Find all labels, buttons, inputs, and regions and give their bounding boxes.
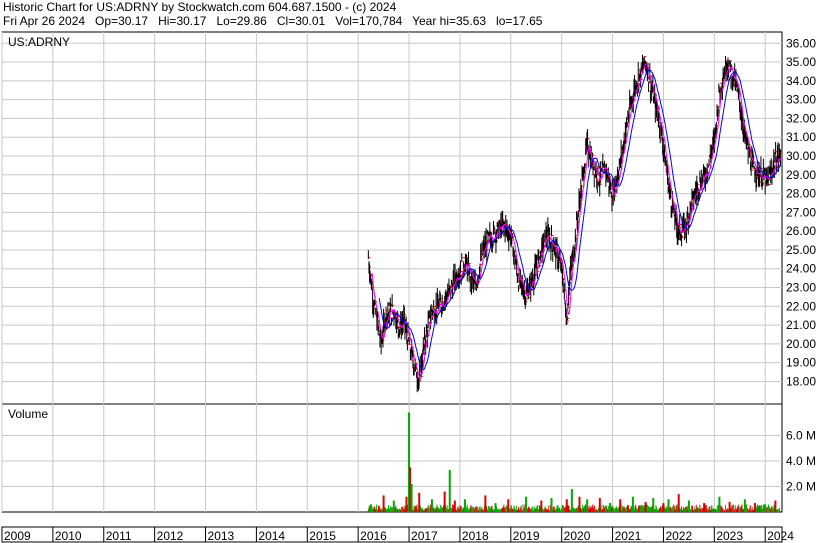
year-label: 2017	[411, 529, 438, 543]
price-series	[367, 54, 783, 393]
year-label: 2009	[4, 529, 31, 543]
price-tick-label: 27.00	[786, 205, 816, 219]
volume-bars	[367, 412, 781, 512]
price-tick-label: 23.00	[786, 281, 816, 295]
price-tick-label: 31.00	[786, 130, 816, 144]
year-label: 2018	[462, 529, 489, 543]
year-label: 2014	[258, 529, 285, 543]
price-tick-label: 29.00	[786, 168, 816, 182]
volume-panel-frame	[1, 403, 783, 513]
price-tick-label: 32.00	[786, 111, 816, 125]
year-label: 2010	[55, 529, 82, 543]
grid	[1, 32, 782, 512]
volume-label: Volume	[8, 407, 48, 421]
price-tick-label: 22.00	[786, 299, 816, 313]
price-tick-label: 35.00	[786, 55, 816, 69]
price-tick-label: 33.00	[786, 93, 816, 107]
price-tick-label: 19.00	[786, 356, 816, 370]
price-panel-frame	[1, 31, 783, 405]
year-label: 2012	[157, 529, 184, 543]
volume-tick-label: 4.0 M	[786, 454, 816, 468]
year-label: 2016	[360, 529, 387, 543]
year-label: 2011	[106, 529, 132, 543]
volume-tick-label: 6.0 M	[786, 429, 816, 443]
year-label: 2019	[513, 529, 540, 543]
year-label: 2015	[309, 529, 336, 543]
year-label: 2022	[665, 529, 692, 543]
price-tick-label: 24.00	[786, 262, 816, 276]
price-tick-label: 18.00	[786, 374, 816, 388]
price-tick-label: 21.00	[786, 318, 816, 332]
price-tick-label: 28.00	[786, 187, 816, 201]
year-label: 2023	[716, 529, 743, 543]
year-label: 2024	[767, 529, 794, 543]
stock-chart: 2009 2010 2011 2012 2013 2014 2015 2016 2017 2018…	[1, 31, 816, 543]
year-label: 2021	[615, 529, 642, 543]
price-tick-label: 25.00	[786, 243, 816, 257]
price-tick-label: 36.00	[786, 36, 816, 50]
price-tick-label: 26.00	[786, 224, 816, 238]
year-label: 2013	[208, 529, 235, 543]
year-label: 2020	[564, 529, 591, 543]
symbol-label: US:ADRNY	[8, 35, 70, 49]
volume-tick-label: 2.0 M	[786, 480, 816, 494]
price-tick-label: 30.00	[786, 149, 816, 163]
price-tick-label: 34.00	[786, 74, 816, 88]
price-tick-label: 20.00	[786, 337, 816, 351]
